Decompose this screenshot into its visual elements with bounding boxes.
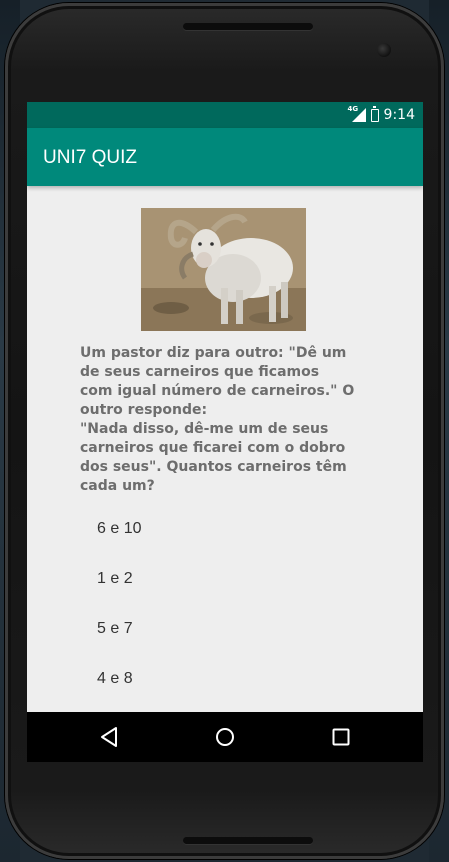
earpiece-speaker — [183, 23, 313, 30]
bottom-speaker — [183, 837, 313, 844]
option-1[interactable]: 6 e 10 — [97, 520, 141, 538]
question-text: Um pastor diz para outro: "Dê um de seus… — [80, 345, 355, 494]
status-bar: 4G ⚡ 9:14 — [27, 102, 423, 128]
question-image — [141, 208, 306, 331]
device-screen: 4G ⚡ 9:14 UNI7 QUIZ Um pastor diz para o… — [27, 102, 423, 762]
option-2[interactable]: 1 e 2 — [97, 570, 133, 588]
battery-icon: ⚡ — [370, 105, 379, 122]
clock: 9:14 — [383, 107, 415, 123]
signal-icon: 4G — [348, 105, 366, 122]
front-camera — [377, 43, 391, 57]
recents-icon[interactable] — [329, 725, 353, 749]
option-3[interactable]: 5 e 7 — [97, 620, 133, 638]
app-bar: UNI7 QUIZ — [27, 128, 423, 186]
home-icon[interactable] — [213, 725, 237, 749]
app-title: UNI7 QUIZ — [43, 147, 137, 168]
navigation-bar — [27, 712, 423, 762]
option-4[interactable]: 4 e 8 — [97, 670, 133, 688]
sheep-photo — [141, 208, 306, 331]
back-icon[interactable] — [97, 725, 121, 749]
